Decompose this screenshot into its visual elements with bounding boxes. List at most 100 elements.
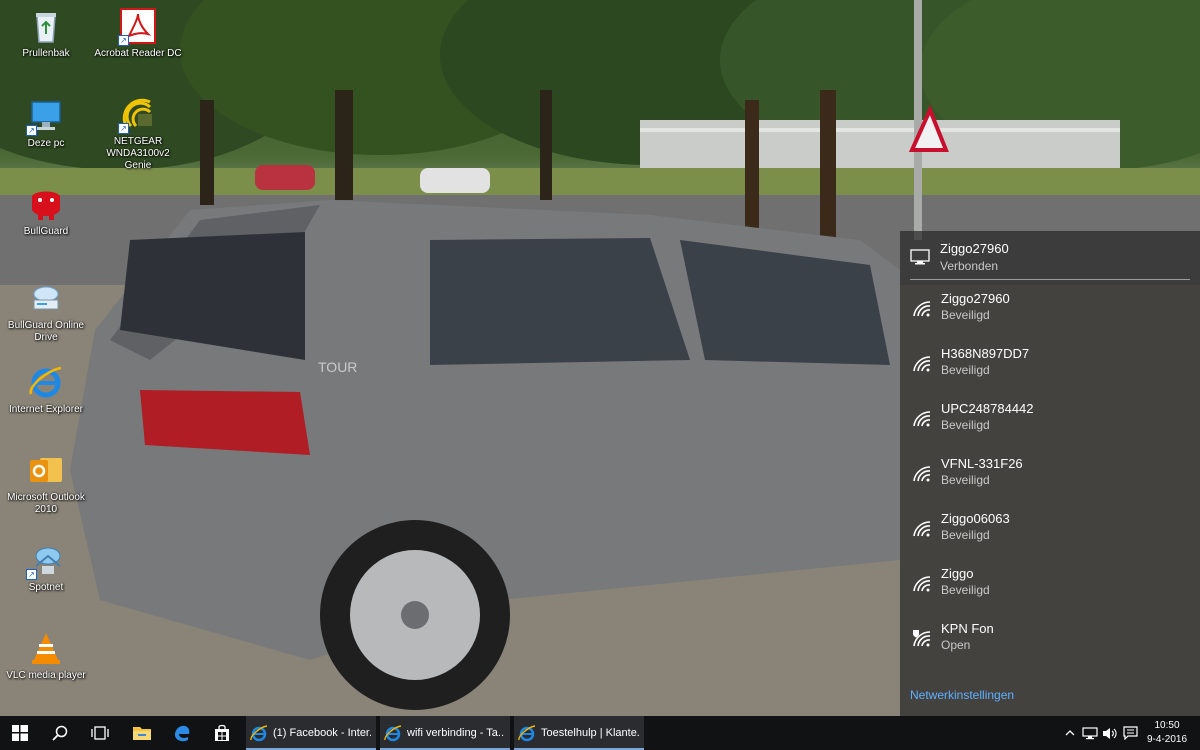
- network-item[interactable]: H368N897DD7 Beveiligd: [900, 341, 1200, 396]
- online-drive-icon: [28, 280, 64, 316]
- network-item[interactable]: VFNL-331F26 Beveiligd: [900, 451, 1200, 506]
- connected-network[interactable]: Ziggo27960 Verbonden: [900, 237, 1200, 279]
- network-item[interactable]: KPN Fon Open: [900, 616, 1200, 671]
- wifi-icon: [912, 575, 932, 598]
- desktop-icon-vlc[interactable]: VLC media player: [0, 630, 92, 682]
- network-ssid: KPN Fon: [941, 621, 994, 636]
- car-badge-text: TOUR: [318, 359, 357, 375]
- spotnet-icon: ↗: [26, 542, 64, 580]
- computer-icon: ↗: [26, 98, 64, 136]
- action-center-button[interactable]: [1120, 716, 1140, 750]
- desktop-icon-netgear[interactable]: ↗ NETGEAR WNDA3100v2 Genie: [92, 96, 184, 172]
- network-item[interactable]: Ziggo Beveiligd: [900, 561, 1200, 616]
- internet-explorer-icon: [28, 364, 64, 400]
- taskbar-app-facebook[interactable]: (1) Facebook - Inter...: [246, 716, 376, 750]
- desktop-icon-acrobat[interactable]: ↗ Acrobat Reader DC: [92, 8, 184, 60]
- taskbar-app-label: wifi verbinding - Ta...: [407, 727, 505, 739]
- desktop-icon-online-drive[interactable]: BullGuard Online Drive: [0, 280, 92, 344]
- network-list: Ziggo27960 Beveiligd H368N897DD7 Beveili…: [900, 286, 1200, 671]
- network-status: Beveiligd: [941, 308, 990, 322]
- desktop-icon-label: VLC media player: [6, 670, 86, 681]
- show-hidden-icons-button[interactable]: [1062, 716, 1078, 750]
- desktop-icon-label: Microsoft Outlook 2010: [7, 492, 85, 515]
- desktop-icon-label: NETGEAR WNDA3100v2 Genie: [106, 136, 170, 171]
- recycle-bin-icon: [28, 8, 64, 44]
- network-status: Beveiligd: [941, 363, 990, 377]
- search-icon: [52, 725, 68, 741]
- network-status: Open: [941, 638, 971, 652]
- desktop-icon-label: Internet Explorer: [9, 404, 83, 415]
- start-button[interactable]: [0, 716, 40, 750]
- shortcut-arrow-icon: ↗: [118, 123, 129, 134]
- network-item[interactable]: UPC248784442 Beveiligd: [900, 396, 1200, 451]
- internet-explorer-icon: [518, 725, 536, 742]
- network-status: Beveiligd: [941, 583, 990, 597]
- network-settings-link[interactable]: Netwerkinstellingen: [910, 688, 1014, 702]
- internet-explorer-icon: [250, 725, 268, 742]
- desktop-icon-outlook[interactable]: Microsoft Outlook 2010: [0, 452, 92, 516]
- ethernet-monitor-icon: [910, 249, 930, 270]
- network-status: Beveiligd: [941, 418, 990, 432]
- desktop-icon-bullguard[interactable]: BullGuard: [0, 186, 92, 238]
- edge-button[interactable]: [162, 716, 202, 750]
- desktop-icon-label: Spotnet: [28, 582, 64, 593]
- taskbar: (1) Facebook - Inter... wifi verbinding …: [0, 716, 1200, 750]
- wifi-icon: [912, 465, 932, 488]
- network-item[interactable]: Ziggo27960 Beveiligd: [900, 286, 1200, 341]
- network-icon: [1082, 726, 1098, 739]
- network-flyout: Ziggo27960 Verbonden Ziggo27960 Beveilig…: [900, 231, 1200, 716]
- network-ssid: Ziggo06063: [941, 511, 1010, 526]
- taskbar-app-wifi-verbinding[interactable]: wifi verbinding - Ta...: [380, 716, 510, 750]
- desktop-icon-this-pc[interactable]: ↗ Deze pc: [0, 98, 92, 150]
- shortcut-arrow-icon: ↗: [26, 125, 37, 136]
- edge-icon: [175, 725, 190, 742]
- desktop-icon-label: BullGuard: [23, 226, 69, 237]
- vlc-icon: [28, 630, 64, 666]
- internet-explorer-icon: [384, 725, 402, 742]
- store-button[interactable]: [202, 716, 242, 750]
- desktop-icon-label: Deze pc: [27, 138, 65, 149]
- desktop-icon-spotnet[interactable]: ↗ Spotnet: [0, 542, 92, 594]
- shortcut-arrow-icon: ↗: [118, 35, 129, 46]
- connected-ssid: Ziggo27960: [940, 241, 1009, 256]
- clock-time: 10:50: [1154, 720, 1180, 731]
- flyout-divider: [910, 279, 1190, 280]
- desktop-icon-internet-explorer[interactable]: Internet Explorer: [0, 364, 92, 416]
- wifi-icon: [912, 355, 932, 378]
- task-view-button[interactable]: [80, 716, 120, 750]
- taskbar-app-label: (1) Facebook - Inter...: [273, 727, 371, 739]
- network-ssid: Ziggo27960: [941, 291, 1010, 306]
- wifi-icon: [912, 410, 932, 433]
- volume-tray-button[interactable]: [1100, 716, 1120, 750]
- action-center-icon: [1122, 726, 1138, 740]
- network-ssid: VFNL-331F26: [941, 456, 1023, 471]
- wifi-open-shield-icon: [912, 630, 932, 653]
- desktop-icon-recycle-bin[interactable]: Prullenbak: [0, 8, 92, 60]
- file-explorer-icon: [133, 727, 151, 740]
- wifi-icon: [912, 520, 932, 543]
- network-status: Beveiligd: [941, 528, 990, 542]
- netgear-icon: ↗: [118, 96, 156, 134]
- taskbar-app-toestelhulp[interactable]: Toestelhulp | Klante...: [514, 716, 644, 750]
- acrobat-icon: ↗: [118, 8, 156, 46]
- start-icon: [12, 725, 28, 741]
- connected-status: Verbonden: [940, 259, 999, 273]
- taskbar-clock[interactable]: 10:50 9-4-2016: [1142, 719, 1192, 747]
- outlook-icon: [28, 452, 64, 488]
- desktop-icon-label: Prullenbak: [22, 48, 70, 59]
- network-ssid: Ziggo: [941, 566, 974, 581]
- volume-icon: [1103, 727, 1117, 739]
- task-view-icon: [91, 726, 109, 740]
- clock-date: 9-4-2016: [1146, 734, 1188, 745]
- network-ssid: H368N897DD7: [941, 346, 1030, 361]
- shortcut-arrow-icon: ↗: [26, 569, 37, 580]
- taskbar-app-label: Toestelhulp | Klante...: [541, 727, 639, 739]
- bullguard-icon: [28, 186, 64, 222]
- network-tray-button[interactable]: [1080, 716, 1100, 750]
- store-icon: [215, 724, 229, 741]
- network-ssid: UPC248784442: [941, 401, 1034, 416]
- network-item[interactable]: Ziggo06063 Beveiligd: [900, 506, 1200, 561]
- search-button[interactable]: [40, 716, 80, 750]
- file-explorer-button[interactable]: [122, 716, 162, 750]
- network-status: Beveiligd: [941, 473, 990, 487]
